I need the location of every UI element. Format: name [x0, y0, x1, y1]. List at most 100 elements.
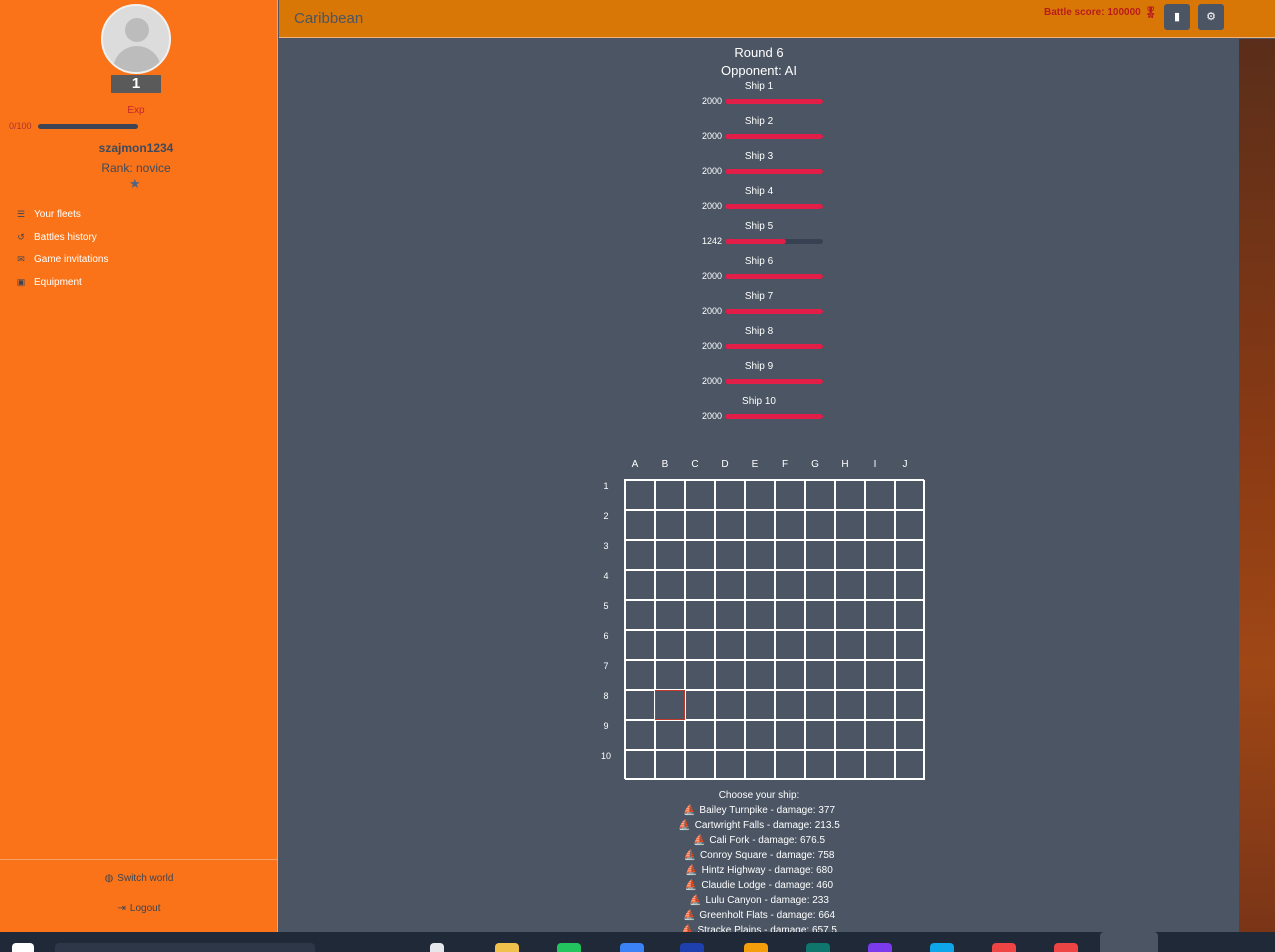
board-cell[interactable] [805, 750, 835, 780]
nav-equipment[interactable]: ▣ Equipment [14, 277, 82, 288]
board-cell[interactable] [655, 660, 685, 690]
board-cell[interactable] [895, 750, 925, 780]
board-cell[interactable] [685, 570, 715, 600]
board-cell[interactable] [865, 600, 895, 630]
board-cell[interactable] [745, 510, 775, 540]
app-icon[interactable] [744, 943, 768, 952]
board-cell[interactable] [655, 540, 685, 570]
fleet-ship-option[interactable]: ⛵ Conroy Square - damage: 758 [279, 850, 1239, 861]
switch-world-link[interactable]: ◍ Switch world [0, 873, 278, 884]
board-cell[interactable] [625, 720, 655, 750]
board-cell[interactable] [625, 540, 655, 570]
board-cell[interactable] [745, 720, 775, 750]
board-cell[interactable] [835, 600, 865, 630]
board-cell[interactable] [715, 630, 745, 660]
board-cell[interactable] [805, 540, 835, 570]
board-cell[interactable] [745, 570, 775, 600]
board-cell[interactable] [775, 750, 805, 780]
board-cell-selected[interactable] [655, 690, 685, 720]
board-cell[interactable] [895, 630, 925, 660]
board-cell[interactable] [865, 570, 895, 600]
board-cell[interactable] [835, 570, 865, 600]
board-cell[interactable] [715, 690, 745, 720]
board-cell[interactable] [895, 480, 925, 510]
board-cell[interactable] [715, 570, 745, 600]
task-view-icon[interactable] [430, 943, 444, 952]
board-cell[interactable] [835, 720, 865, 750]
active-app-icon[interactable] [1100, 932, 1158, 952]
board-cell[interactable] [685, 600, 715, 630]
board-cell[interactable] [745, 600, 775, 630]
board-cell[interactable] [865, 510, 895, 540]
board-cell[interactable] [835, 660, 865, 690]
nav-your-fleets[interactable]: ☰ Your fleets [14, 209, 81, 220]
board-cell[interactable] [895, 720, 925, 750]
board-cell[interactable] [745, 750, 775, 780]
board-cell[interactable] [865, 480, 895, 510]
logout-link[interactable]: ⇥ Logout [0, 903, 278, 914]
board-cell[interactable] [625, 750, 655, 780]
board-cell[interactable] [715, 540, 745, 570]
board-cell[interactable] [895, 690, 925, 720]
board-cell[interactable] [865, 690, 895, 720]
nav-game-invitations[interactable]: ✉ Game invitations [14, 254, 108, 265]
board-cell[interactable] [805, 720, 835, 750]
board-cell[interactable] [685, 480, 715, 510]
board-cell[interactable] [835, 690, 865, 720]
board-cell[interactable] [745, 630, 775, 660]
board-cell[interactable] [775, 660, 805, 690]
board-cell[interactable] [715, 750, 745, 780]
board-cell[interactable] [625, 510, 655, 540]
board-cell[interactable] [835, 630, 865, 660]
store-icon[interactable] [620, 943, 644, 952]
board-cell[interactable] [805, 690, 835, 720]
fleet-ship-option[interactable]: ⛵ Claudie Lodge - damage: 460 [279, 880, 1239, 891]
visual-studio-icon[interactable] [868, 943, 892, 952]
board-cell[interactable] [895, 510, 925, 540]
board-cell[interactable] [775, 690, 805, 720]
board-cell[interactable] [685, 720, 715, 750]
nav-battles-history[interactable]: ↺ Battles history [14, 232, 97, 243]
board-cell[interactable] [655, 570, 685, 600]
board-cell[interactable] [865, 630, 895, 660]
app-icon[interactable] [806, 943, 830, 952]
board-cell[interactable] [775, 510, 805, 540]
board-cell[interactable] [775, 570, 805, 600]
board-cell[interactable] [685, 690, 715, 720]
board-cell[interactable] [685, 510, 715, 540]
board-cell[interactable] [775, 540, 805, 570]
fleet-ship-option[interactable]: ⛵ Cali Fork - damage: 676.5 [279, 835, 1239, 846]
board-cell[interactable] [805, 630, 835, 660]
board-cell[interactable] [685, 540, 715, 570]
board-cell[interactable] [655, 630, 685, 660]
board-cell[interactable] [655, 510, 685, 540]
board-cell[interactable] [715, 510, 745, 540]
board-cell[interactable] [835, 750, 865, 780]
board-cell[interactable] [715, 480, 745, 510]
board-cell[interactable] [865, 660, 895, 690]
fleet-ship-option[interactable]: ⛵ Hintz Highway - damage: 680 [279, 865, 1239, 876]
board-cell[interactable] [625, 600, 655, 630]
chrome-icon[interactable] [1054, 943, 1078, 952]
board-cell[interactable] [625, 690, 655, 720]
chrome-icon[interactable] [992, 943, 1016, 952]
vscode-icon[interactable] [930, 943, 954, 952]
board-cell[interactable] [865, 540, 895, 570]
fleet-ship-option[interactable]: ⛵ Cartwright Falls - damage: 213.5 [279, 820, 1239, 831]
board-cell[interactable] [775, 630, 805, 660]
board-cell[interactable] [895, 570, 925, 600]
board-cell[interactable] [625, 480, 655, 510]
file-explorer-icon[interactable] [495, 943, 519, 952]
board-cell[interactable] [625, 630, 655, 660]
board-cell[interactable] [805, 660, 835, 690]
board-cell[interactable] [655, 750, 685, 780]
board-cell[interactable] [685, 660, 715, 690]
board-cell[interactable] [745, 480, 775, 510]
edge-icon[interactable] [557, 943, 581, 952]
app-icon[interactable] [680, 943, 704, 952]
board-cell[interactable] [775, 480, 805, 510]
board-cell[interactable] [865, 750, 895, 780]
board-cell[interactable] [805, 570, 835, 600]
fleet-ship-option[interactable]: ⛵ Lulu Canyon - damage: 233 [279, 895, 1239, 906]
board-cell[interactable] [715, 660, 745, 690]
